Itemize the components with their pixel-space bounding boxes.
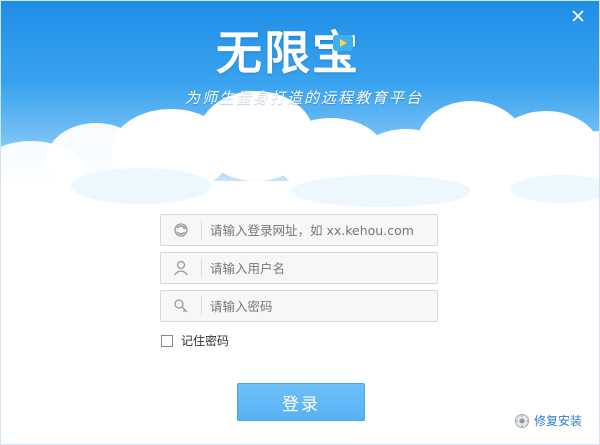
password-input[interactable]: [202, 291, 437, 321]
slogan: 为师生量身打造的远程教育平台: [184, 89, 423, 107]
close-button[interactable]: [567, 5, 589, 27]
key-icon: [174, 299, 188, 313]
remember-password[interactable]: 记住密码: [161, 332, 229, 349]
close-icon: [572, 10, 584, 22]
repair-install-label: 修复安装: [534, 414, 583, 428]
username-field[interactable]: [160, 252, 438, 284]
user-icon: [173, 260, 189, 276]
repair-icon: [515, 413, 529, 428]
refresh-globe-icon: [174, 223, 188, 237]
username-input[interactable]: [202, 253, 437, 283]
repair-install-link[interactable]: 修复安装: [514, 412, 582, 429]
login-url-input[interactable]: [202, 215, 437, 245]
login-button[interactable]: 登录: [237, 383, 365, 421]
password-field[interactable]: [160, 290, 438, 322]
cloud-banner: [1, 91, 599, 231]
login-url-field[interactable]: [160, 214, 438, 246]
remember-label: 记住密码: [181, 334, 230, 348]
login-window: 无限宝 为师生量身打造的远程教育平台 请输入登录网址，如 xx.kehou.co…: [0, 0, 600, 445]
remember-checkbox[interactable]: [161, 334, 173, 347]
play-icon: [333, 35, 353, 51]
app-logo: 无限宝: [216, 21, 396, 85]
